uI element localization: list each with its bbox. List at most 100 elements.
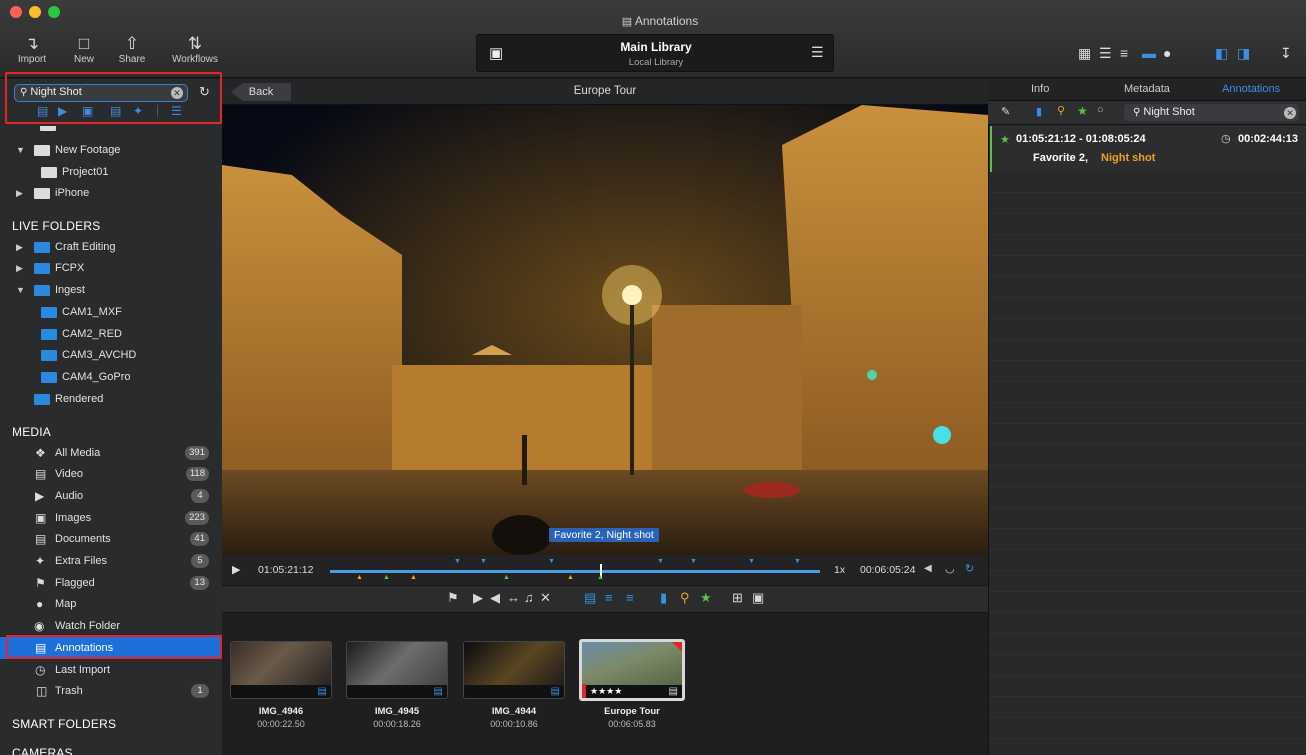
- filmstrip-view-icon[interactable]: ▬: [1142, 45, 1156, 61]
- timecode-out: 00:06:05:24: [860, 564, 916, 576]
- new-button[interactable]: □ New: [59, 34, 109, 65]
- annotation-keyword: Night shot: [1101, 152, 1156, 164]
- marker-icon[interactable]: ▼: [748, 558, 755, 565]
- clip-thumbnail-europe-tour[interactable]: ★★★★ ▤: [579, 639, 685, 701]
- marker-icon[interactable]: ▼: [657, 558, 664, 565]
- cube-icon: ❖: [35, 446, 46, 460]
- align-left-icon[interactable]: ≡: [605, 590, 613, 605]
- disclosure-triangle-icon[interactable]: ▶: [16, 182, 23, 204]
- left-panel-toggle-icon[interactable]: ◧: [1215, 45, 1228, 62]
- sidebar-item-project01[interactable]: Project01: [0, 161, 222, 183]
- video-badge-icon: ▤: [317, 686, 327, 697]
- favorite-filter-icon[interactable]: ★: [1077, 104, 1088, 118]
- annotation-list-item[interactable]: ★ 01:05:21:12 - 01:08:05:24 ◷ 00:02:44:1…: [990, 126, 1306, 172]
- clip-thumbnail-img4945[interactable]: ▤: [346, 641, 448, 699]
- scrubber-track[interactable]: [330, 570, 820, 573]
- marker-icon[interactable]: ▼: [690, 558, 697, 565]
- detail-view-icon[interactable]: ≡: [1120, 45, 1128, 61]
- set-in-point-icon[interactable]: ▶: [473, 590, 483, 606]
- sidebar-item-map[interactable]: ● Map: [0, 593, 222, 615]
- sidebar-item-documents[interactable]: ▤ Documents 41: [0, 528, 222, 550]
- marker-icon[interactable]: ▼: [454, 558, 461, 565]
- list-view-icon[interactable]: ☰: [1099, 45, 1112, 62]
- circle-filter-icon[interactable]: ○: [1097, 104, 1104, 116]
- import-button[interactable]: ↴ Import: [7, 34, 57, 65]
- keyword-marker-icon[interactable]: ▲: [567, 574, 574, 581]
- remove-marker-icon[interactable]: ✕: [540, 590, 551, 606]
- clip-duration: 00:00:10.86: [490, 719, 538, 729]
- previous-icon[interactable]: ◀: [490, 590, 500, 606]
- sidebar-item-video[interactable]: ▤ Video 118: [0, 463, 222, 485]
- search-icon: ⚲: [1133, 107, 1141, 118]
- play-icon[interactable]: ▶: [232, 563, 240, 576]
- clip-duration: 00:00:18.26: [373, 719, 421, 729]
- keyword-marker-icon[interactable]: ▲: [356, 574, 363, 581]
- share-button[interactable]: ⇧ Share: [107, 34, 157, 65]
- playback-speed[interactable]: 1x: [834, 564, 845, 576]
- tab-info[interactable]: Info: [1031, 83, 1049, 95]
- sidebar-item-all-media[interactable]: ❖ All Media 391: [0, 442, 222, 464]
- library-list-icon[interactable]: ☰: [811, 44, 824, 61]
- favorite-tool-icon[interactable]: ★: [700, 590, 712, 606]
- sidebar-item-iphone[interactable]: ▶ iPhone: [0, 182, 222, 204]
- favorite-marker-icon[interactable]: ▲: [597, 574, 604, 581]
- puzzle-icon: ✦: [35, 554, 46, 568]
- sidebar-item-trash[interactable]: ◫ Trash 1: [0, 680, 222, 702]
- zoom-window-button[interactable]: [48, 6, 60, 18]
- marker-icon[interactable]: ▼: [480, 558, 487, 565]
- map-view-icon[interactable]: ●: [1163, 45, 1171, 61]
- close-window-button[interactable]: [10, 6, 22, 18]
- clip-thumbnail-img4946[interactable]: ▤: [230, 641, 332, 699]
- edit-icon[interactable]: ✎: [1001, 105, 1010, 118]
- sort-icon[interactable]: ↧: [1280, 45, 1292, 62]
- disclosure-triangle-icon[interactable]: ▼: [16, 139, 25, 161]
- video-frame[interactable]: [222, 105, 988, 555]
- sidebar-item-new-footage[interactable]: ▼ New Footage: [0, 139, 222, 161]
- keyword-filter-icon[interactable]: ⚲: [1057, 104, 1065, 117]
- sidebar-item-images[interactable]: ▣ Images 223: [0, 507, 222, 529]
- flag-icon: ⚑: [35, 576, 46, 590]
- workflows-button[interactable]: ⇅ Workflows: [167, 34, 223, 65]
- marker-tool-icon[interactable]: ▮: [660, 590, 667, 606]
- volume-icon[interactable]: ◀: [924, 563, 932, 574]
- sidebar-item-last-import[interactable]: ◷ Last Import: [0, 659, 222, 681]
- sidebar-item-cam4-gopro[interactable]: CAM4_GoPro: [0, 366, 222, 388]
- sidebar-item-audio[interactable]: ▶ Audio 4: [0, 485, 222, 507]
- export-frame-icon[interactable]: ⊞: [732, 590, 743, 606]
- sidebar-item-extra-files[interactable]: ✦ Extra Files 5: [0, 550, 222, 572]
- grid-view-icon[interactable]: ▦: [1078, 45, 1091, 62]
- clear-search-icon[interactable]: ✕: [1284, 107, 1296, 119]
- favorite-marker-icon[interactable]: ▲: [383, 574, 390, 581]
- viewer-title: Europe Tour: [573, 85, 637, 97]
- tab-metadata[interactable]: Metadata: [1124, 83, 1170, 95]
- sidebar-item-cam2-red[interactable]: CAM2_RED: [0, 323, 222, 345]
- marker-icon[interactable]: ▼: [548, 558, 555, 565]
- next-icon[interactable]: ↔: [507, 590, 520, 605]
- sidebar-item-flagged[interactable]: ⚑ Flagged 13: [0, 572, 222, 594]
- sidebar-item-watch-folder[interactable]: ◉ Watch Folder: [0, 615, 222, 637]
- sidebar-item-fcpx[interactable]: ▶ FCPX: [0, 257, 222, 279]
- sidebar-item-cam3-avchd[interactable]: CAM3_AVCHD: [0, 344, 222, 366]
- align-center-icon[interactable]: ≡: [626, 590, 634, 605]
- marker-icon[interactable]: ▼: [794, 558, 801, 565]
- sidebar-item-cam1-mxf[interactable]: CAM1_MXF: [0, 301, 222, 323]
- keyword-marker-icon[interactable]: ▲: [410, 574, 417, 581]
- minimize-window-button[interactable]: [29, 6, 41, 18]
- loop-icon[interactable]: ↻: [965, 562, 974, 575]
- film-icon: ▤: [35, 467, 47, 481]
- clip-thumbnail-img4944[interactable]: ▤: [463, 641, 565, 699]
- snapshot-icon[interactable]: ▣: [752, 590, 764, 606]
- favorite-marker-icon[interactable]: ▲: [503, 574, 510, 581]
- comment-icon[interactable]: ▤: [584, 590, 596, 606]
- headphones-icon[interactable]: ◡: [945, 562, 955, 575]
- keyword-tool-icon[interactable]: ⚲: [680, 590, 690, 606]
- sidebar-item-ingest[interactable]: ▼ Ingest: [0, 279, 222, 301]
- library-selector[interactable]: ▣ Main Library Local Library ☰: [476, 34, 834, 72]
- tab-annotations[interactable]: Annotations: [1222, 83, 1280, 95]
- sidebar-item-craft-editing[interactable]: ▶ Craft Editing: [0, 236, 222, 258]
- add-marker-icon[interactable]: ⚑: [447, 590, 459, 606]
- audio-marker-icon[interactable]: ♫: [524, 590, 534, 605]
- right-panel-toggle-icon[interactable]: ◨: [1237, 45, 1250, 62]
- marker-filter-icon[interactable]: ▮: [1036, 105, 1042, 118]
- sidebar-item-rendered[interactable]: Rendered: [0, 388, 222, 410]
